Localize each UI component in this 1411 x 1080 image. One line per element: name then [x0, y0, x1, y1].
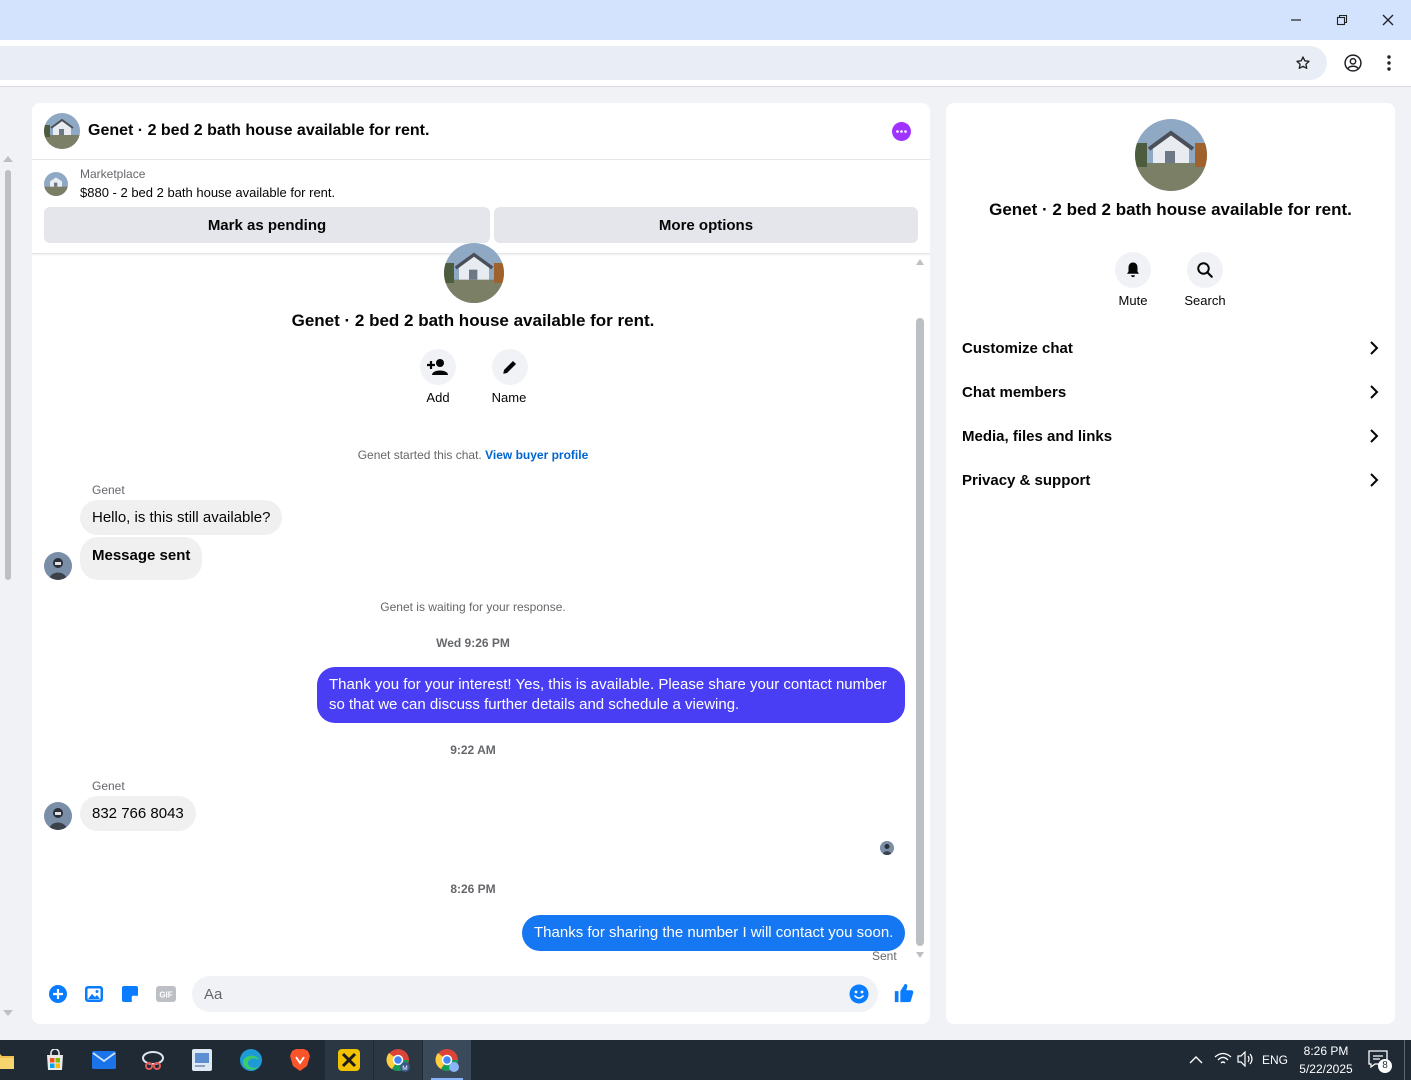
edge-browser-icon[interactable] [227, 1040, 275, 1080]
photos-app-icon[interactable] [178, 1040, 226, 1080]
photo-icon[interactable] [83, 983, 105, 1005]
show-hidden-icons-chevron-icon[interactable] [1189, 1052, 1203, 1070]
sender-name: Genet [92, 483, 125, 497]
minimize-icon[interactable] [1273, 0, 1319, 40]
timestamp: 8:26 PM [450, 882, 496, 896]
language-indicator[interactable]: ENG [1262, 1053, 1288, 1067]
sender-avatar[interactable] [44, 802, 72, 830]
chrome-active-icon[interactable] [423, 1040, 471, 1080]
volume-icon[interactable] [1237, 1050, 1255, 1072]
clock-date[interactable]: 5/22/2025 [1296, 1062, 1356, 1076]
customize-chat-row[interactable]: Customize chat [962, 326, 1379, 370]
chevron-right-icon [1370, 385, 1379, 399]
more-options-button[interactable]: More options [494, 207, 918, 243]
browser-title-bar [0, 0, 1411, 40]
sender-name: Genet [92, 779, 125, 793]
media-files-links-label: Media, files and links [962, 427, 1113, 445]
outgoing-message[interactable]: Thanks for sharing the number I will con… [522, 915, 905, 951]
info-avatar[interactable] [1135, 119, 1207, 191]
chat-header-title[interactable]: Genet · 2 bed 2 bath house available for… [88, 122, 429, 140]
incoming-message[interactable]: Message sent [80, 537, 203, 580]
more-options-icon[interactable] [892, 122, 911, 141]
chat-info-panel: Genet · 2 bed 2 bath house available for… [946, 103, 1395, 1024]
clock-time[interactable]: 8:26 PM [1298, 1044, 1354, 1058]
marketplace-label: Marketplace [80, 167, 146, 181]
brave-browser-icon[interactable] [276, 1040, 324, 1080]
info-title: Genet · 2 bed 2 bath house available for… [989, 200, 1352, 219]
show-desktop-divider[interactable] [1404, 1040, 1405, 1080]
chat-header: Genet · 2 bed 2 bath house available for… [32, 103, 930, 160]
search-button[interactable] [1187, 252, 1223, 288]
thumbs-up-icon[interactable] [892, 981, 916, 1005]
listing-thumbnail[interactable] [44, 172, 68, 196]
chat-members-row[interactable]: Chat members [962, 370, 1379, 414]
chat-members-label: Chat members [962, 383, 1067, 401]
svg-text:M: M [402, 1065, 407, 1072]
notification-center-icon[interactable]: 8 [1367, 1049, 1392, 1073]
file-explorer-icon[interactable] [0, 1040, 20, 1080]
restore-icon[interactable] [1319, 0, 1365, 40]
edit-name-button[interactable] [492, 349, 528, 385]
timestamp: Wed 9:26 PM [436, 636, 510, 650]
chrome-profile-m-icon[interactable]: M [374, 1040, 422, 1080]
sticker-icon[interactable] [119, 983, 141, 1005]
svg-text:GIF: GIF [159, 991, 172, 1000]
incoming-message[interactable]: Hello, is this still available? [80, 500, 283, 535]
mail-icon[interactable] [80, 1040, 128, 1080]
incoming-message[interactable]: 832 766 8043 [80, 796, 196, 831]
snipping-tool-icon[interactable] [129, 1040, 177, 1080]
chat-started-text: Genet started this chat. [357, 448, 482, 462]
browser-menu-icon[interactable] [1376, 50, 1402, 76]
windows-taskbar: M ENG 8:26 PM 5/22/2025 8 [0, 1040, 1411, 1080]
gif-icon[interactable]: GIF [155, 983, 177, 1005]
search-label: Search [1184, 293, 1226, 308]
left-scrollbar[interactable] [0, 88, 16, 1028]
close-icon[interactable] [1365, 0, 1411, 40]
message-input[interactable]: Aa [192, 976, 878, 1012]
notification-badge: 8 [1378, 1059, 1392, 1073]
add-label: Add [426, 390, 450, 405]
mark-as-pending-button[interactable]: Mark as pending [44, 207, 490, 243]
timestamp: 9:22 AM [450, 743, 496, 757]
chat-panel: Genet · 2 bed 2 bath house available for… [32, 103, 930, 1024]
read-receipt-avatar [880, 841, 894, 855]
app-icon[interactable] [325, 1040, 373, 1080]
plus-circle-icon[interactable] [47, 983, 69, 1005]
sent-status: Sent [872, 949, 897, 963]
marketplace-listing-bar: Marketplace $880 - 2 bed 2 bath house av… [32, 160, 930, 254]
address-bar[interactable] [0, 46, 1327, 80]
sender-avatar[interactable] [44, 552, 72, 580]
message-input-placeholder: Aa [204, 986, 223, 1003]
media-files-links-row[interactable]: Media, files and links [962, 414, 1379, 458]
bookmark-star-icon[interactable] [1290, 50, 1316, 76]
mute-label: Mute [1118, 293, 1148, 308]
left-scrollbar-thumb[interactable] [5, 170, 11, 580]
scroll-up-arrow[interactable] [916, 259, 924, 265]
chevron-right-icon [1370, 429, 1379, 443]
chat-started-notice: Genet started this chat. View buyer prof… [32, 448, 914, 462]
mute-button[interactable] [1115, 252, 1151, 288]
messages-scrollbar-thumb[interactable] [916, 318, 924, 946]
emoji-icon[interactable] [849, 984, 869, 1009]
chevron-right-icon [1370, 341, 1379, 355]
outgoing-message[interactable]: Thank you for your interest! Yes, this i… [317, 667, 905, 723]
name-label: Name [491, 390, 527, 405]
conversation-avatar [444, 243, 504, 303]
profile-icon[interactable] [1340, 50, 1366, 76]
listing-title[interactable]: $880 - 2 bed 2 bath house available for … [80, 185, 335, 200]
microsoft-store-icon[interactable] [31, 1040, 79, 1080]
waiting-notice: Genet is waiting for your response. [380, 600, 566, 614]
chevron-right-icon [1370, 473, 1379, 487]
privacy-support-label: Privacy & support [962, 471, 1091, 489]
privacy-support-row[interactable]: Privacy & support [962, 458, 1379, 502]
view-buyer-profile-link[interactable]: View buyer profile [485, 448, 588, 462]
network-icon[interactable] [1214, 1051, 1232, 1072]
customize-chat-label: Customize chat [962, 339, 1073, 357]
scroll-down-arrow[interactable] [916, 952, 924, 958]
chat-avatar[interactable] [44, 113, 80, 149]
add-person-button[interactable] [420, 349, 456, 385]
browser-toolbar [0, 40, 1411, 87]
conversation-title: Genet · 2 bed 2 bath house available for… [291, 311, 655, 330]
